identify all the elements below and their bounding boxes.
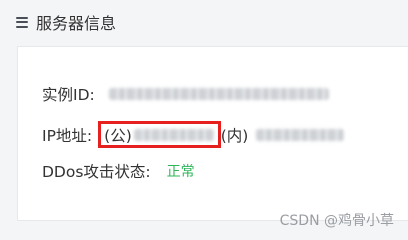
ddos-status-label: DDos攻击状态: bbox=[42, 163, 151, 181]
list-icon bbox=[16, 16, 28, 28]
section-header: 服务器信息 bbox=[0, 0, 408, 44]
ip-address-row: IP地址: (公) (内) bbox=[42, 121, 345, 148]
public-ip-value-redacted bbox=[133, 128, 214, 141]
section-title: 服务器信息 bbox=[36, 14, 117, 33]
instance-id-row: 实例ID: bbox=[42, 83, 329, 105]
instance-id-label: 实例ID: bbox=[42, 86, 95, 104]
ddos-status-value: 正常 bbox=[166, 164, 195, 180]
public-ip-prefix: (公) bbox=[104, 126, 132, 145]
public-ip-highlight-box: (公) bbox=[98, 121, 221, 148]
private-ip-prefix: (内) bbox=[220, 126, 249, 145]
instance-id-value-redacted bbox=[108, 88, 329, 100]
ip-address-label: IP地址: bbox=[42, 126, 93, 145]
private-ip-value-redacted bbox=[256, 128, 345, 141]
watermark: CSDN @鸡骨小草 bbox=[279, 213, 394, 229]
ddos-status-row: DDos攻击状态: 正常 bbox=[42, 160, 195, 182]
server-info-card: 实例ID: IP地址: (公) (内) DDos攻击状态: 正常 bbox=[17, 46, 408, 221]
